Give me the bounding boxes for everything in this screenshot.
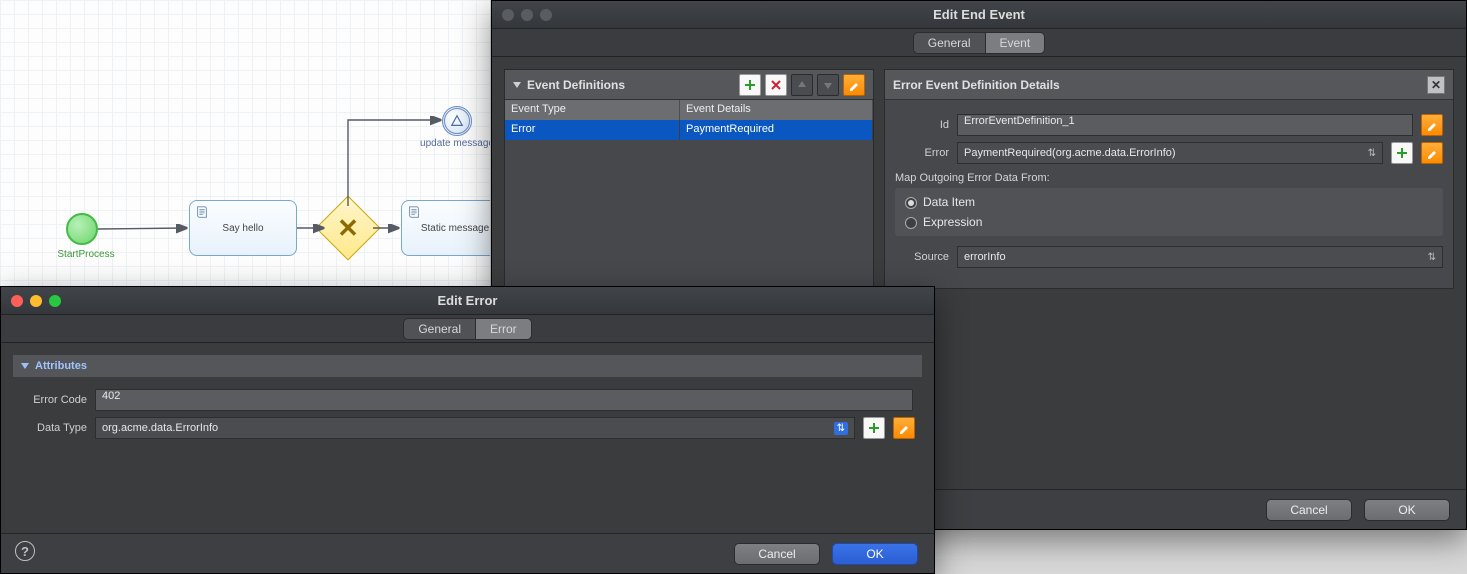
tab-row: General Error: [1, 315, 934, 343]
edit-event-def-button[interactable]: [843, 74, 865, 96]
error-event-def-details-header: Error Event Definition Details ✕: [885, 70, 1453, 100]
error-select[interactable]: PaymentRequired(org.acme.data.ErrorInfo)…: [957, 142, 1383, 164]
help-button[interactable]: ?: [15, 541, 35, 561]
chevron-updown-icon: ⇅: [1368, 148, 1376, 159]
col-event-type: Event Type: [505, 100, 680, 120]
sequence-flows: [0, 0, 490, 300]
window-title: Edit Error: [1, 293, 934, 308]
move-up-button[interactable]: [791, 74, 813, 96]
map-from-label: Map Outgoing Error Data From:: [895, 172, 1443, 184]
disclosure-icon[interactable]: [513, 82, 521, 88]
error-code-label: Error Code: [15, 394, 87, 406]
cancel-button[interactable]: Cancel: [734, 543, 820, 565]
attributes-section-header[interactable]: Attributes: [13, 355, 922, 377]
disclosure-icon[interactable]: [21, 363, 29, 369]
add-error-button[interactable]: [1391, 142, 1413, 164]
cancel-button[interactable]: Cancel: [1266, 499, 1352, 521]
tab-row: General Event: [492, 29, 1466, 57]
edit-id-button[interactable]: [1421, 114, 1443, 136]
titlebar[interactable]: Edit Error: [1, 287, 934, 315]
data-type-label: Data Type: [15, 422, 87, 434]
source-select[interactable]: errorInfo ⇅: [957, 246, 1443, 268]
add-data-type-button[interactable]: [863, 417, 885, 439]
cell-event-details: PaymentRequired: [680, 120, 873, 140]
tab-event[interactable]: Event: [985, 32, 1046, 54]
add-event-def-button[interactable]: [739, 74, 761, 96]
remove-event-def-button[interactable]: [765, 74, 787, 96]
tab-general[interactable]: General: [403, 318, 475, 340]
ok-button[interactable]: OK: [1364, 499, 1450, 521]
edit-error-window: Edit Error General Error Attributes Erro…: [0, 286, 935, 574]
data-type-select[interactable]: org.acme.data.ErrorInfo ⇅: [95, 417, 855, 439]
edit-data-type-button[interactable]: [893, 417, 915, 439]
chevron-updown-icon: ⇅: [834, 422, 848, 435]
radio-expression[interactable]: Expression: [903, 212, 1435, 232]
window-title: Edit End Event: [492, 7, 1466, 22]
id-input[interactable]: ErrorEventDefinition_1: [957, 114, 1413, 136]
error-code-input[interactable]: 402: [95, 389, 913, 411]
col-event-details: Event Details: [680, 100, 873, 120]
edit-error-button[interactable]: [1421, 142, 1443, 164]
ok-button[interactable]: OK: [832, 543, 918, 565]
event-definitions-header: Event Definitions: [505, 70, 873, 100]
move-down-button[interactable]: [817, 74, 839, 96]
event-def-row[interactable]: Error PaymentRequired: [505, 120, 873, 140]
close-details-button[interactable]: ✕: [1427, 76, 1445, 94]
event-def-table-header: Event Type Event Details: [505, 100, 873, 120]
error-label: Error: [895, 147, 949, 159]
id-label: Id: [895, 119, 949, 131]
titlebar[interactable]: Edit End Event: [492, 1, 1466, 29]
chevron-updown-icon: ⇅: [1428, 252, 1436, 263]
cell-event-type: Error: [505, 120, 680, 140]
radio-data-item[interactable]: Data Item: [903, 192, 1435, 212]
dialog-footer: Cancel OK: [1, 533, 934, 573]
tab-error[interactable]: Error: [475, 318, 532, 340]
tab-general[interactable]: General: [913, 32, 985, 54]
source-label: Source: [895, 251, 949, 263]
